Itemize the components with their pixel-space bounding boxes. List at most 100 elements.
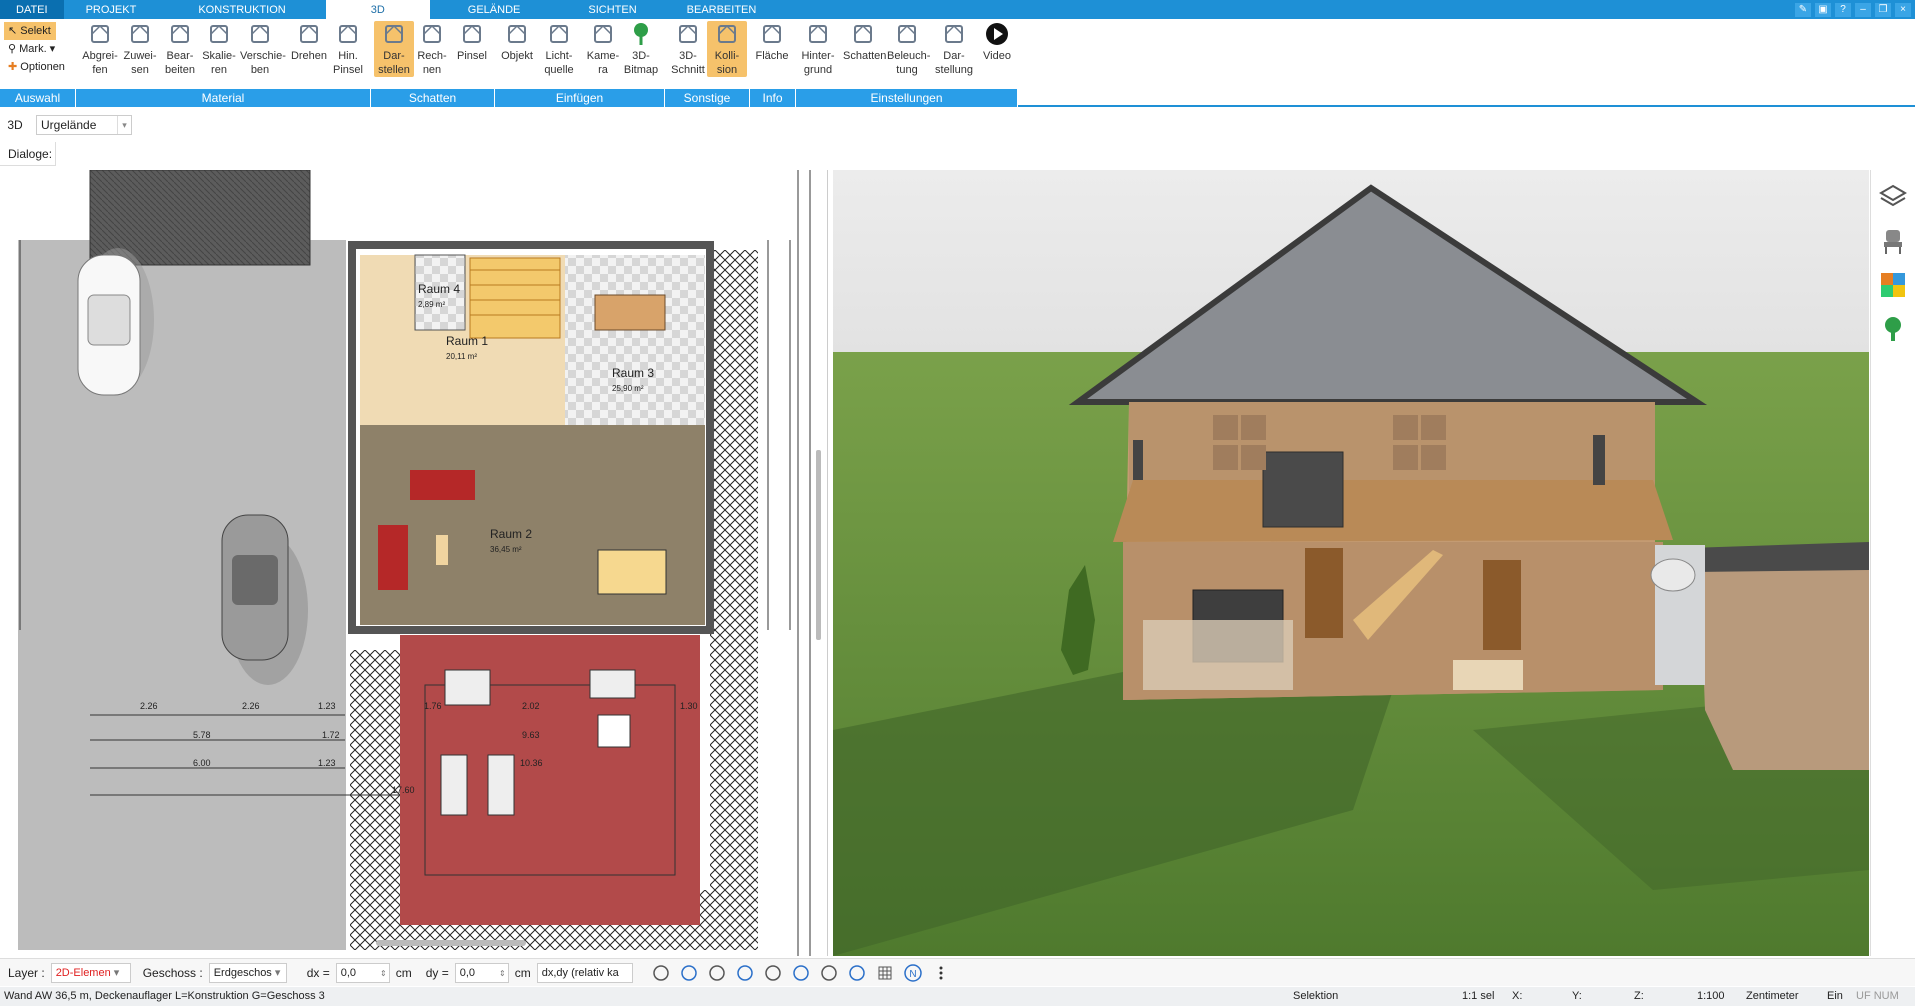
help-icon[interactable]: ? (1835, 2, 1851, 17)
status-scale: 1:100 (1697, 990, 1725, 1002)
tool-abgreifen-button[interactable]: Abgrei- fen (80, 21, 120, 77)
dim-text: 1.23 (318, 701, 336, 711)
status-flags: UF NUM RF (1856, 990, 1899, 1002)
tool-beleuchtung-button[interactable]: Beleuch- tung (887, 21, 930, 77)
tree-icon[interactable] (1878, 314, 1908, 344)
optionen-button[interactable]: ✚ Optionen (4, 58, 74, 76)
room-label: Raum 2 36,45 m² (490, 527, 533, 554)
tool-schatten-button[interactable]: Schatten (843, 21, 886, 63)
more-icon[interactable] (931, 963, 951, 983)
tool-label: Dar- stellung (935, 50, 973, 76)
restore-icon[interactable]: ❐ (1875, 2, 1891, 17)
tool-hinpinsel-button[interactable]: Hin. Pinsel (328, 21, 368, 77)
cloud-icon[interactable] (847, 963, 867, 983)
tool-verschieben-button[interactable]: Verschie- ben (240, 21, 286, 77)
room-label: Raum 1 20,11 m² (446, 334, 489, 361)
spinner-icon[interactable]: ⇕ (380, 965, 387, 983)
tool-video-button[interactable]: Video (977, 21, 1017, 63)
tool-label: Rech- nen (417, 50, 447, 76)
status-mode: Selektion (1293, 990, 1339, 1002)
snap-icon[interactable] (791, 963, 811, 983)
eyedropper-icon (91, 24, 109, 43)
dim-text: 2.26 (242, 701, 260, 711)
pen-icon[interactable] (763, 963, 783, 983)
tool-kamera-button[interactable]: Kame- ra (583, 21, 623, 77)
layer-icon[interactable] (819, 963, 839, 983)
status-sel: 1:1 sel (1462, 990, 1495, 1002)
group-einstellungen: Einstellungen (796, 89, 1018, 107)
material-icon[interactable] (1878, 270, 1908, 300)
menu-tab-gelaende[interactable]: GELÄNDE (430, 0, 559, 19)
tool-darstellung-button[interactable]: Dar- stellung (934, 21, 974, 77)
tool-label: 3D- Schnitt (671, 50, 705, 76)
dx-label: dx = (306, 965, 330, 980)
selekt-button[interactable]: ↖ Selekt (4, 22, 56, 40)
shadow-house-icon (854, 24, 872, 43)
window-controls: ✎ ▣ ? – ❐ × (1795, 0, 1915, 19)
move-icon (251, 24, 269, 43)
window-layout-icon[interactable]: ▣ (1815, 2, 1831, 17)
tools-icon[interactable]: ✎ (1795, 2, 1811, 17)
menu-tab-sichten[interactable]: SICHTEN (558, 0, 666, 19)
menu-tab-projekt[interactable]: PROJEKT (64, 0, 159, 19)
menu-tab-3d[interactable]: 3D (325, 0, 430, 19)
dim-text: 1.30 (680, 701, 698, 711)
tool-darstellen-button[interactable]: Dar- stellen (374, 21, 414, 77)
svg-text:N: N (909, 969, 916, 980)
tool-schnitt-button[interactable]: 3D- Schnitt (668, 21, 708, 77)
tool-zuweisen-button[interactable]: Zuwei- sen (120, 21, 160, 77)
camera-icon (594, 24, 612, 43)
chevron-down-icon: ▾ (274, 966, 281, 979)
close-icon[interactable]: × (1895, 2, 1911, 17)
dy-input[interactable]: 0,0 ⇕ (454, 962, 509, 983)
tool-pinsel-button[interactable]: Pinsel (452, 21, 492, 63)
group-auswahl: Auswahl (0, 89, 76, 107)
tool-kollision-button[interactable]: Kolli- sion (707, 21, 747, 77)
tool-bitmap-button[interactable]: 3D- Bitmap (621, 21, 661, 77)
dim-text: 17.60 (392, 785, 415, 795)
palette-icon[interactable] (707, 963, 727, 983)
minimize-icon[interactable]: – (1855, 2, 1871, 17)
dx-input[interactable]: 0,0 ⇕ (335, 962, 390, 983)
tool-hintergrund-button[interactable]: Hinter- grund (798, 21, 838, 77)
rotate-icon (300, 24, 318, 43)
spinner-icon[interactable]: ⇕ (499, 965, 506, 983)
coord-mode-select[interactable]: dx,dy (relativ ka (536, 962, 633, 983)
object-icon (508, 24, 526, 43)
menu-tab-datei[interactable]: DATEI (0, 0, 64, 19)
tool-label: Bear- beiten (165, 50, 195, 76)
sub-toolbar: 3D Urgelände ▾ (0, 113, 1915, 137)
menu-tab-bearbeiten[interactable]: BEARBEITEN (667, 0, 777, 19)
tool-label: Kolli- sion (714, 50, 740, 76)
3d-view[interactable] (833, 170, 1869, 956)
layer-select[interactable]: 2D-Elemen ▾ (50, 962, 131, 983)
monitor-icon[interactable] (679, 963, 699, 983)
tool-bearbeiten-button[interactable]: Bear- beiten (160, 21, 200, 77)
mark-button[interactable]: ⚲ Mark. ▾ (4, 40, 74, 58)
tool-skalieren-button[interactable]: Skalie- ren (199, 21, 239, 77)
grid-icon[interactable] (875, 963, 895, 983)
floor-plan-drawing (18, 170, 821, 956)
chair-icon[interactable] (1878, 226, 1908, 256)
tool-lichtquelle-button[interactable]: Licht- quelle (539, 21, 579, 77)
geschoss-select[interactable]: Erdgeschos ▾ (208, 962, 287, 983)
north-icon[interactable]: N (903, 963, 923, 983)
dx-unit: cm (395, 965, 412, 980)
terrain-select[interactable]: Urgelände ▾ (36, 115, 132, 135)
tool-drehen-button[interactable]: Drehen (289, 21, 329, 63)
bucket-icon[interactable] (735, 963, 755, 983)
dim-text: 2.26 (140, 701, 158, 711)
lighting-house-icon (898, 24, 916, 43)
background-icon (809, 24, 827, 43)
tool-flaeche-button[interactable]: Fläche (752, 21, 792, 63)
collision-icon (718, 24, 736, 43)
dim-text: 1.72 (322, 730, 340, 740)
clock-icon[interactable] (651, 963, 671, 983)
tool-objekt-button[interactable]: Objekt (497, 21, 537, 63)
tool-rechnen-button[interactable]: Rech- nen (412, 21, 452, 77)
menu-tab-konstruktion[interactable]: KONSTRUKTION (158, 0, 325, 19)
assign-icon (131, 24, 149, 43)
floor-plan-view[interactable]: Raum 4 2,89 m² Raum 1 20,11 m² Raum 3 25,90… (0, 170, 828, 956)
dim-text: 1.23 (318, 758, 336, 768)
layers-icon[interactable] (1878, 182, 1908, 212)
